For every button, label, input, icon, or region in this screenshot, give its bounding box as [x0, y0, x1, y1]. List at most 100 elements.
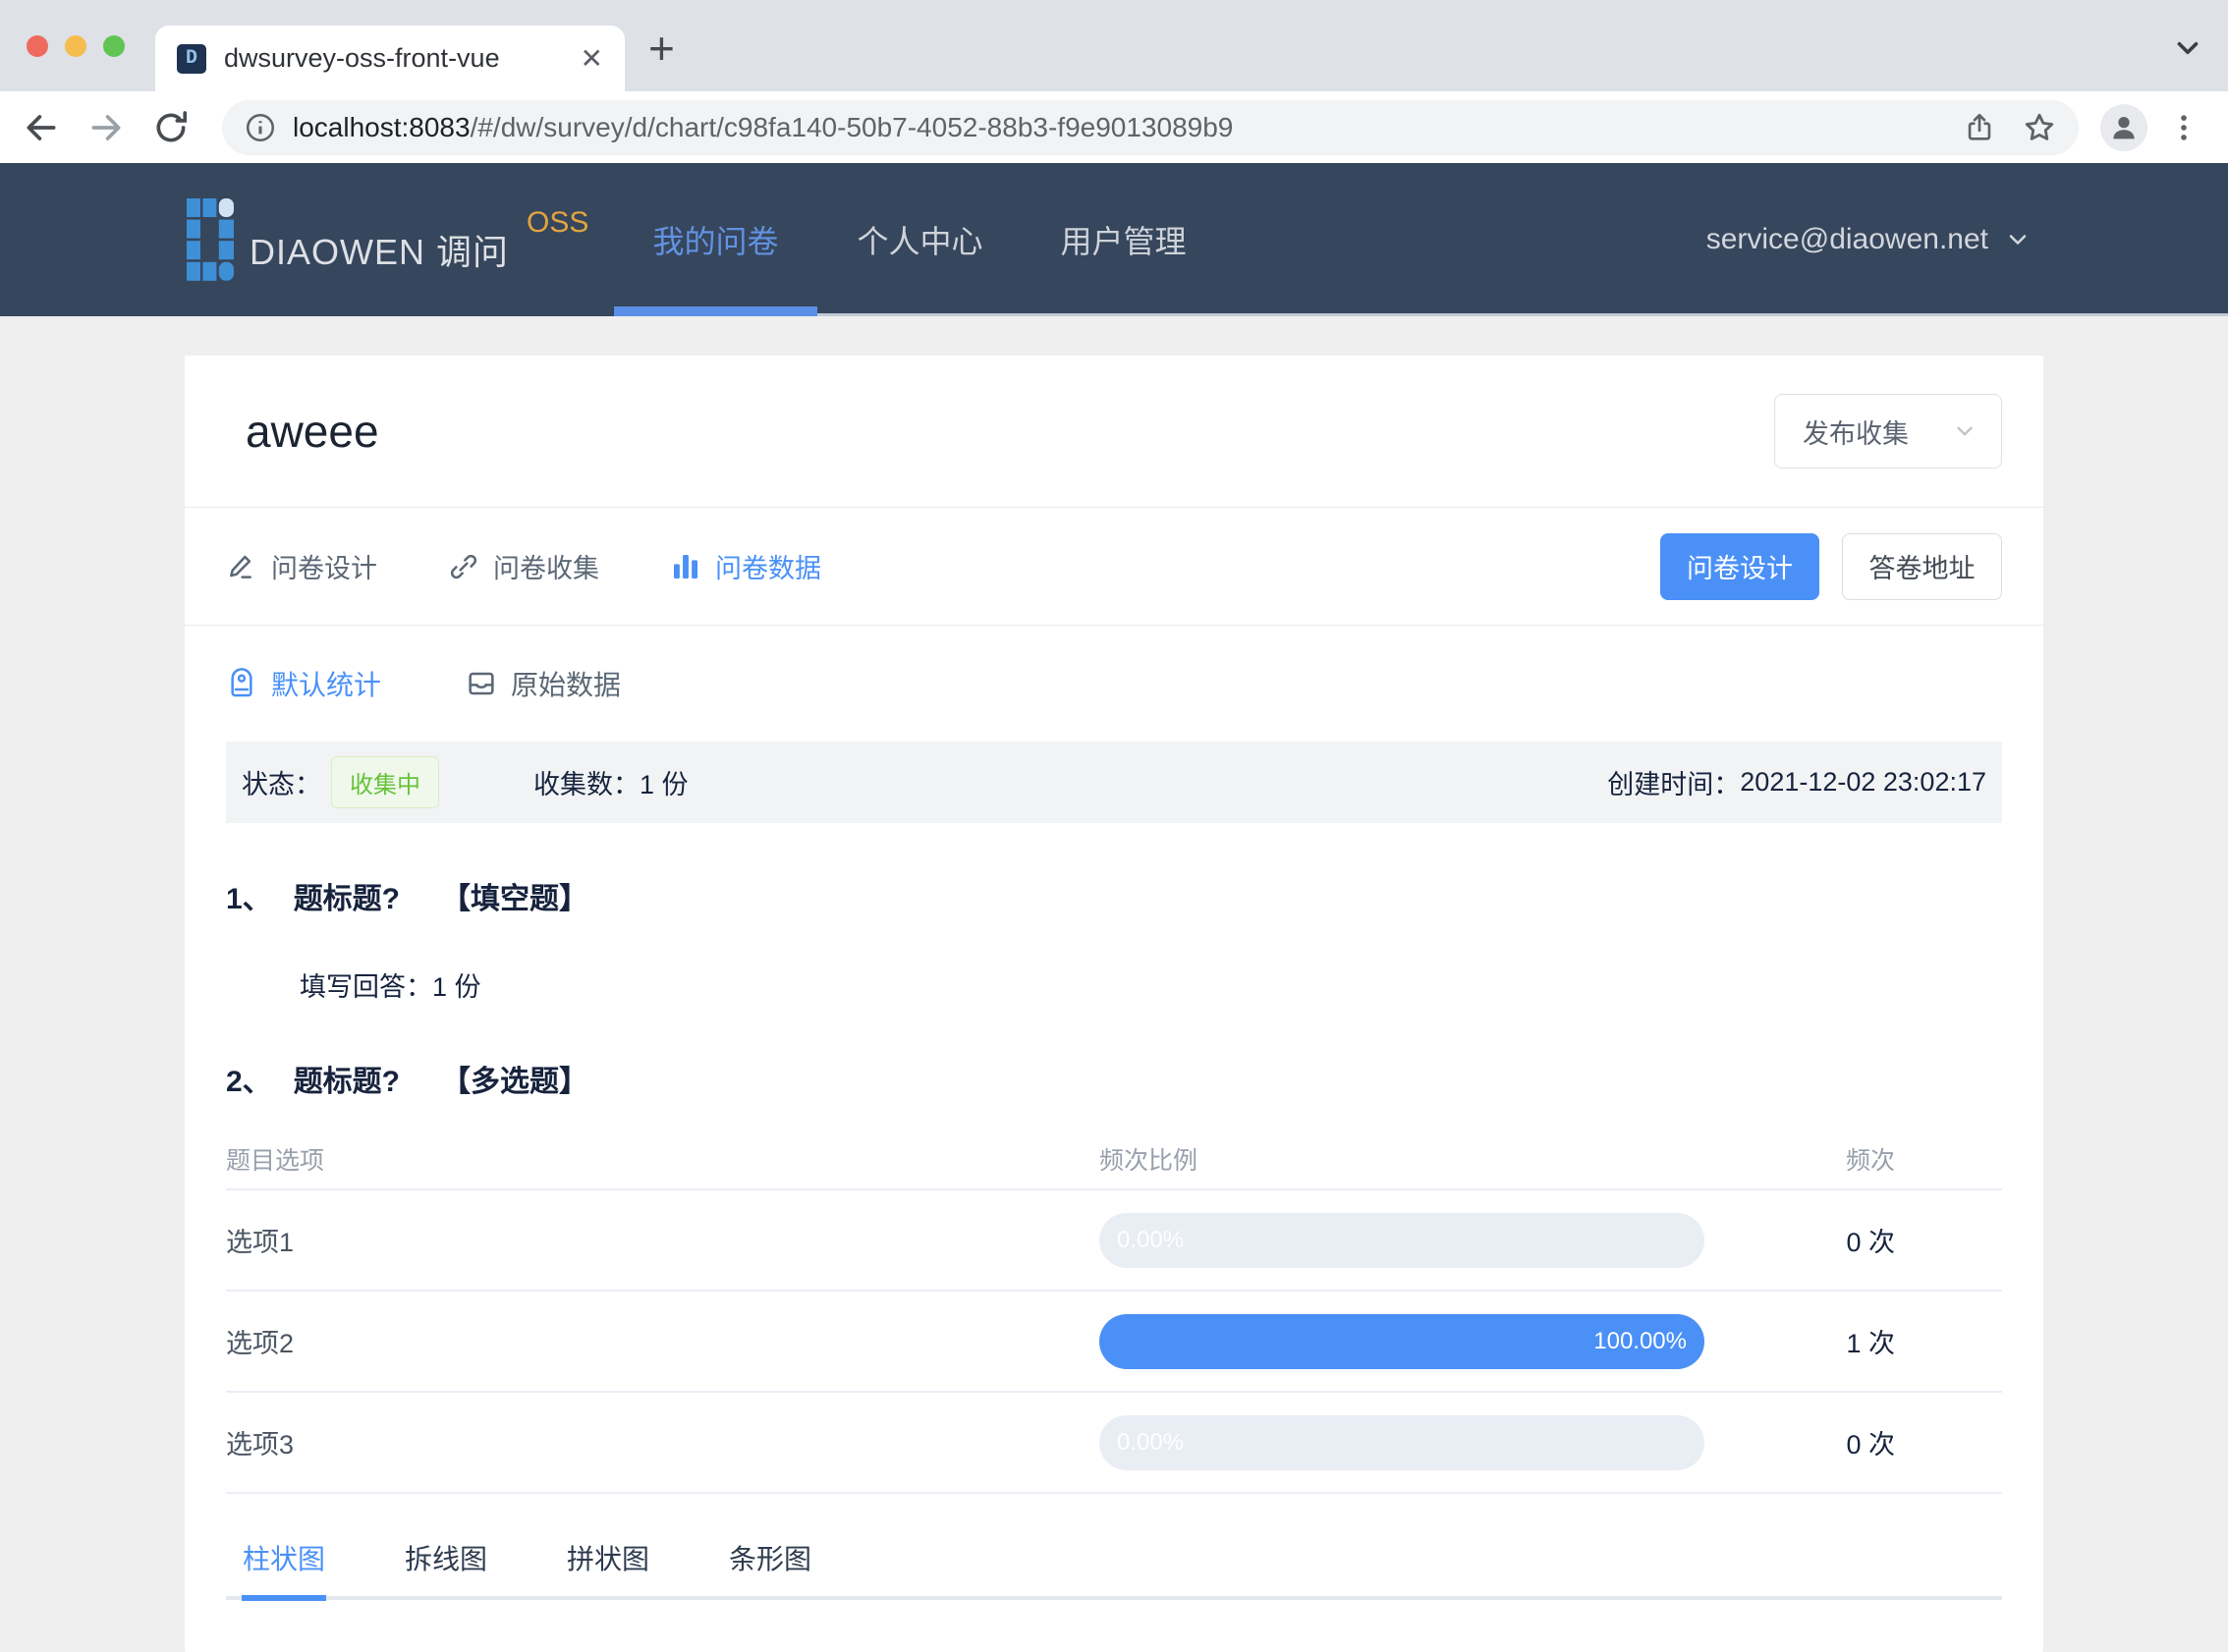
subtab-label: 原始数据 — [511, 670, 622, 700]
status-bar: 状态： 收集中 收集数： 1 份 创建时间： 2021-12-02 23:02:… — [226, 742, 2002, 823]
account-email: service@diaowen.net — [1705, 223, 1988, 255]
header-frequency: 频次 — [1845, 1147, 1895, 1175]
tab-label: 问卷收集 — [493, 554, 599, 583]
report-tag-icon — [231, 668, 252, 697]
tab-search-chevron-icon[interactable] — [2171, 31, 2204, 65]
question-2-title: 2、 题标题? 【多选题】 — [226, 1063, 2002, 1102]
subtab-default-stats[interactable]: 默认统计 — [226, 664, 381, 703]
maximize-window-button[interactable] — [103, 35, 125, 57]
back-button[interactable] — [20, 106, 63, 149]
chart-tab-pie[interactable]: 拼状图 — [566, 1539, 650, 1580]
share-icon[interactable] — [1963, 111, 1996, 144]
pencil-icon — [230, 555, 251, 578]
title-row: aweee 发布收集 — [185, 356, 2043, 508]
app-logo[interactable]: DIAOWEN 调问 OSS — [187, 198, 588, 281]
tab-survey-design[interactable]: 问卷设计 — [226, 547, 377, 585]
question-2: 2、 题标题? 【多选题】 — [185, 1063, 2043, 1102]
question-1-answer: 填写回答：1 份 — [300, 968, 2002, 1006]
browser-tab[interactable]: D dwsurvey-oss-front-vue ✕ — [155, 26, 625, 91]
person-icon — [2113, 116, 2135, 138]
close-tab-icon[interactable]: ✕ — [581, 42, 603, 75]
progress-label: 0.00% — [1117, 1428, 1185, 1456]
progress-bar: 100.00% — [1099, 1313, 1704, 1369]
chart-tab-bar[interactable]: 条形图 — [728, 1539, 812, 1580]
question-type: 【填空题】 — [441, 883, 589, 915]
diaowen-logo-icon — [187, 198, 234, 281]
status-label: 状态： — [242, 770, 321, 799]
nav-item-user-management[interactable]: 用户管理 — [1022, 163, 1225, 316]
collect-count-value: 1 份 — [640, 770, 689, 799]
table-header-row: 题目选项 频次比例 频次 — [226, 1129, 2002, 1190]
option-count: 0 次 — [1846, 1430, 1895, 1459]
survey-tabs-row: 问卷设计 问卷收集 问卷数据 问卷设计 答卷地址 — [185, 508, 2043, 626]
answer-value: 1 份 — [432, 972, 481, 1002]
progress-bar: 0.00% — [1099, 1414, 1704, 1470]
forward-button[interactable] — [84, 106, 128, 149]
option-name: 选项2 — [226, 1329, 295, 1358]
browser-menu-icon[interactable] — [2167, 111, 2200, 144]
brand-badge: OSS — [527, 206, 589, 239]
app-header: DIAOWEN 调问 OSS 我的问卷 个人中心 用户管理 service@di… — [0, 163, 2228, 316]
header-option: 题目选项 — [226, 1147, 325, 1175]
browser-profile-avatar[interactable] — [2100, 103, 2147, 151]
survey-title: aweee — [246, 406, 379, 457]
option-count: 1 次 — [1846, 1329, 1895, 1358]
chevron-down-icon — [2009, 235, 2027, 245]
question-text: 题标题? — [293, 883, 401, 915]
progress-bar: 0.00% — [1099, 1212, 1704, 1268]
url-host: localhost:8083 — [293, 111, 471, 142]
browser-tab-strip: D dwsurvey-oss-front-vue ✕ + — [0, 0, 2228, 91]
account-dropdown[interactable]: service@diaowen.net — [1706, 163, 2032, 316]
brand-name: DIAOWEN 调问 — [250, 232, 510, 272]
header-ratio: 频次比例 — [1099, 1147, 1198, 1175]
close-window-button[interactable] — [27, 35, 48, 57]
browser-tab-title: dwsurvey-oss-front-vue — [224, 43, 500, 73]
reload-button[interactable] — [149, 106, 193, 149]
subtab-raw-data[interactable]: 原始数据 — [466, 664, 621, 703]
url-path: /#/dw/survey/d/chart/c98fa140-50b7-4052-… — [470, 111, 1234, 142]
url-bar[interactable]: localhost:8083/#/dw/survey/d/chart/c98fa… — [222, 99, 2079, 155]
tab-label: 问卷设计 — [271, 554, 377, 583]
answer-label: 填写回答： — [300, 972, 432, 1002]
question-1-title: 1、 题标题? 【填空题】 — [226, 880, 2002, 919]
survey-design-button[interactable]: 问卷设计 — [1660, 532, 1819, 600]
browser-toolbar: localhost:8083/#/dw/survey/d/chart/c98fa… — [0, 91, 2228, 163]
page-info-icon[interactable] — [244, 111, 277, 144]
nav-item-my-surveys[interactable]: 我的问卷 — [614, 163, 817, 316]
tab-label: 问卷数据 — [715, 554, 821, 583]
question-text: 题标题? — [293, 1066, 401, 1098]
question-number: 1、 — [226, 883, 272, 915]
tab-survey-collect[interactable]: 问卷收集 — [448, 547, 599, 585]
progress-label: 100.00% — [1593, 1327, 1687, 1354]
survey-detail-card: aweee 发布收集 问卷设计 问卷收集 问卷数据 问卷设计 答卷地址 默认统计… — [185, 356, 2043, 1652]
chart-tabs-active-indicator — [242, 1595, 326, 1601]
created-time-value: 2021-12-02 23:02:17 — [1740, 767, 1986, 797]
link-icon — [450, 554, 477, 578]
inbox-icon — [469, 672, 494, 695]
chart-tab-line[interactable]: 拆线图 — [404, 1539, 488, 1580]
option-name: 选项3 — [226, 1430, 295, 1459]
nav-item-personal-center[interactable]: 个人中心 — [818, 163, 1022, 316]
table-row: 选项1 0.00% 0 次 — [226, 1190, 2002, 1292]
subtab-label: 默认统计 — [271, 670, 382, 700]
bookmark-star-icon[interactable] — [2022, 110, 2057, 145]
url-text[interactable]: localhost:8083/#/dw/survey/d/chart/c98fa… — [293, 112, 1947, 143]
created-time-label: 创建时间： — [1607, 770, 1741, 799]
new-tab-button[interactable]: + — [648, 22, 675, 75]
stats-subtabs-row: 默认统计 原始数据 — [185, 626, 2043, 742]
tab-survey-data[interactable]: 问卷数据 — [670, 547, 821, 585]
answer-url-button[interactable]: 答卷地址 — [1842, 532, 2002, 600]
chart-type-tabs: 柱状图 拆线图 拼状图 条形图 — [226, 1539, 2002, 1601]
chevron-down-icon — [1957, 426, 1973, 436]
option-stats-table: 题目选项 频次比例 频次 选项1 0.00% 0 次 选项2 100.00% 1… — [226, 1129, 2002, 1494]
question-type: 【多选题】 — [441, 1066, 589, 1098]
chart-tabs-track — [226, 1595, 2002, 1601]
question-number: 2、 — [226, 1066, 272, 1098]
chart-tab-column[interactable]: 柱状图 — [242, 1539, 326, 1580]
option-count: 0 次 — [1846, 1228, 1895, 1257]
collect-count-label: 收集数： — [533, 770, 640, 799]
publish-collect-select[interactable]: 发布收集 — [1774, 394, 2002, 468]
table-row: 选项3 0.00% 0 次 — [226, 1393, 2002, 1494]
favicon-icon: D — [177, 43, 206, 74]
minimize-window-button[interactable] — [65, 35, 86, 57]
